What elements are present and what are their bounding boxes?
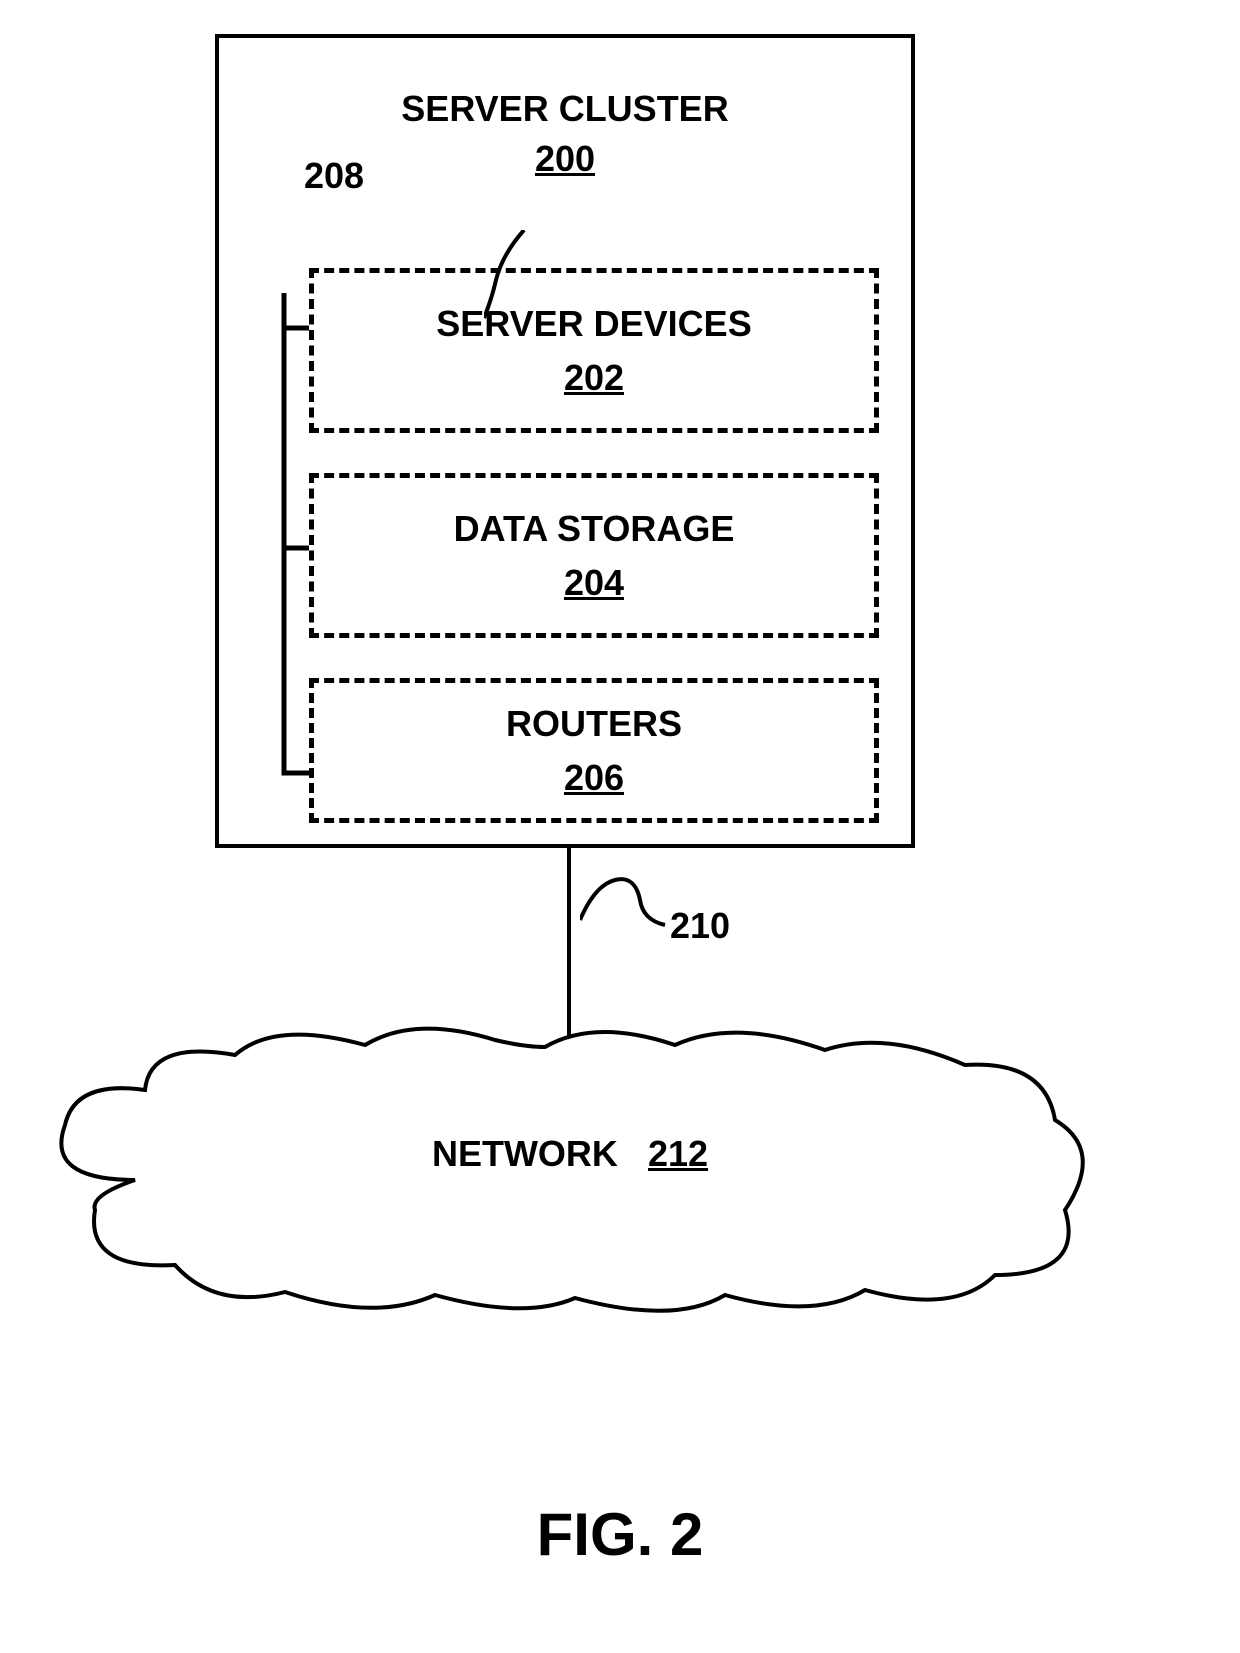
server-devices-label: SERVER DEVICES (436, 303, 751, 345)
cluster-title-label: SERVER CLUSTER (401, 88, 728, 129)
ref-208-label: 208 (304, 155, 364, 197)
diagram-container: SERVER CLUSTER 200 SERVER DEVICES 202 DA… (0, 0, 1240, 1653)
cluster-ref-number: 200 (401, 138, 728, 180)
cluster-title: SERVER CLUSTER 200 (401, 88, 728, 180)
data-storage-ref: 204 (564, 562, 624, 604)
server-devices-box: SERVER DEVICES 202 (309, 268, 879, 433)
routers-ref: 206 (564, 757, 624, 799)
bus-bracket (259, 293, 309, 798)
network-label-text: NETWORK (432, 1133, 618, 1174)
network-label: NETWORK 212 (432, 1133, 708, 1175)
server-devices-ref: 202 (564, 357, 624, 399)
routers-box: ROUTERS 206 (309, 678, 879, 823)
network-ref: 212 (648, 1133, 708, 1174)
ref-210-label: 210 (670, 905, 730, 947)
data-storage-label: DATA STORAGE (454, 508, 735, 550)
figure-label: FIG. 2 (537, 1500, 704, 1569)
routers-label: ROUTERS (506, 703, 682, 745)
network-cloud: NETWORK 212 (35, 1010, 1105, 1330)
data-storage-box: DATA STORAGE 204 (309, 473, 879, 638)
ref-210-lead-line (580, 870, 670, 940)
